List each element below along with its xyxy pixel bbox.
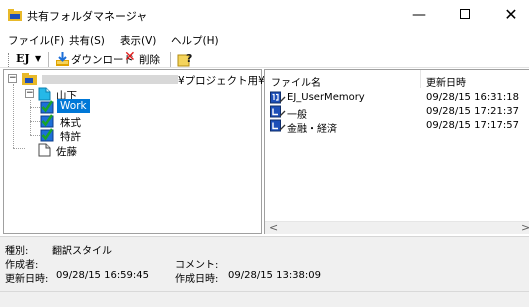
menu-bar: ファイル(F) 共有(S) 表示(V) ヘルプ(H) — [0, 30, 529, 50]
title-bar: 共有フォルダマネージャ — ✕ — [0, 0, 529, 30]
comment-label: コメント: — [175, 260, 219, 271]
delete-icon: ✕ — [124, 49, 136, 65]
tree-node-root[interactable]: − ¥プロジェクト用¥ — [8, 71, 265, 87]
scroll-left-icon[interactable]: < — [269, 221, 278, 234]
updated-label: 更新日時: — [5, 274, 49, 285]
download-icon — [56, 52, 69, 66]
user-folder-icon — [38, 143, 51, 157]
tree-connector — [30, 100, 31, 135]
close-icon: ✕ — [504, 5, 518, 24]
folder-tree[interactable]: − ¥プロジェクト用¥ − 山下 Work 株式 特許 佐藤 — [3, 69, 265, 234]
minimize-button[interactable]: — — [396, 0, 442, 30]
tree-connector — [30, 135, 40, 136]
file-name: 金融・経済 — [287, 124, 337, 135]
column-header-filename[interactable]: ファイル名 — [271, 74, 321, 89]
window-title: 共有フォルダマネージャ — [27, 10, 148, 23]
tree-node-sato[interactable]: 佐藤 — [25, 142, 125, 158]
toolbar-grip[interactable] — [8, 53, 9, 67]
tree-connector — [30, 107, 40, 108]
list-item[interactable]: 金融・経済 09/28/15 17:17:57 — [265, 119, 529, 135]
file-date: 09/28/15 17:21:37 — [426, 106, 520, 117]
properties-panel: 種別: 翻訳スタイル 作成者: コメント: 更新日時: 09/28/15 16:… — [0, 236, 529, 291]
list-item[interactable]: 一般 09/28/15 17:21:37 — [265, 105, 529, 121]
toolbar: EJ ▼ ダウンロード ✕ 削除 ? — [0, 49, 529, 68]
file-name: EJ_UserMemory — [287, 92, 365, 103]
tree-connector — [30, 121, 40, 122]
collapse-icon[interactable]: − — [8, 74, 17, 83]
checked-style-icon — [40, 100, 54, 114]
help-icon[interactable]: ? — [177, 51, 193, 67]
type-label: 種別: — [5, 246, 29, 257]
tree-node-label: Work — [57, 99, 90, 113]
dictionary-icon — [270, 119, 286, 132]
dictionary-icon — [270, 105, 286, 118]
menu-view[interactable]: 表示(V) — [120, 33, 156, 48]
delete-label: 削除 — [139, 54, 160, 66]
menu-help[interactable]: ヘルプ(H) — [171, 33, 219, 48]
column-divider[interactable] — [420, 70, 421, 88]
tree-root-label: ¥プロジェクト用¥ — [178, 75, 265, 87]
collapse-icon[interactable]: − — [25, 89, 34, 98]
list-item[interactable]: EJ_UserMemory 09/28/15 16:31:18 — [265, 91, 529, 105]
file-list[interactable]: ファイル名 更新日時 EJ_UserMemory 09/28/15 16:31:… — [264, 69, 529, 234]
scroll-right-icon[interactable]: > — [521, 221, 529, 234]
status-bar — [0, 291, 529, 307]
tree-node-tokkyo[interactable]: 特許 — [40, 127, 140, 143]
created-label: 作成日時: — [175, 274, 219, 285]
author-label: 作成者: — [5, 260, 39, 271]
toolbar-separator — [170, 52, 171, 67]
ej-button[interactable]: EJ — [16, 52, 30, 65]
menu-share[interactable]: 共有(S) — [69, 33, 105, 48]
minimize-icon: — — [412, 7, 426, 23]
created-value: 09/28/15 13:38:09 — [228, 270, 322, 281]
user-memory-icon — [270, 91, 286, 104]
shared-folder-app-icon — [8, 9, 22, 21]
redacted-path — [42, 75, 178, 84]
svg-text:?: ? — [186, 52, 192, 65]
tree-connector — [13, 84, 14, 148]
list-header: ファイル名 更新日時 — [265, 70, 529, 89]
tree-node-label: 佐藤 — [56, 146, 77, 158]
file-date: 09/28/15 16:31:18 — [426, 92, 520, 103]
menu-file[interactable]: ファイル(F) — [8, 33, 64, 48]
ej-dropdown-icon[interactable]: ▼ — [35, 54, 41, 63]
file-date: 09/28/15 17:17:57 — [426, 120, 520, 131]
column-header-updated[interactable]: 更新日時 — [426, 74, 466, 89]
toolbar-separator — [48, 52, 49, 67]
close-button[interactable]: ✕ — [488, 0, 529, 30]
maximize-button[interactable] — [442, 0, 488, 30]
checked-style-icon — [40, 128, 54, 142]
checked-style-icon — [40, 114, 54, 128]
tree-connector — [13, 148, 25, 149]
type-value: 翻訳スタイル — [52, 246, 112, 257]
shared-drive-icon — [22, 73, 37, 85]
updated-value: 09/28/15 16:59:45 — [56, 270, 150, 281]
horizontal-scrollbar[interactable]: < > — [265, 221, 529, 234]
maximize-icon — [460, 8, 470, 19]
